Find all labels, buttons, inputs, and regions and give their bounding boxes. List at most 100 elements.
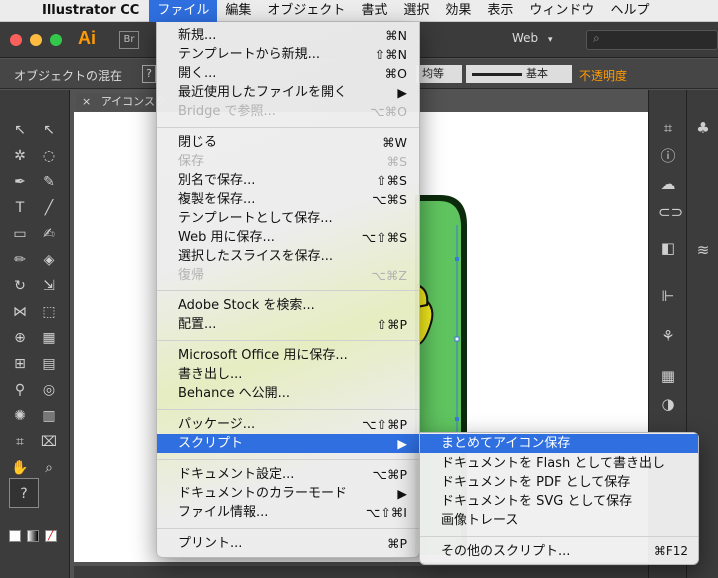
bounding-box-handle[interactable] (454, 336, 460, 342)
menu-item-open-recent[interactable]: 最近使用したファイルを開く ▶ (157, 83, 419, 102)
menu-item-print[interactable]: プリント... ⌘P (157, 534, 419, 553)
menu-item-save-for-web[interactable]: Web 用に保存... ⌥⇧⌘S (157, 228, 419, 247)
links-panel-icon[interactable]: ⊂⊃ (658, 202, 683, 222)
layers-panel-icon[interactable]: ≋ (693, 240, 713, 260)
gradient-tool-icon[interactable]: ▤ (38, 354, 60, 374)
bridge-button[interactable]: Br (119, 31, 139, 49)
menu-item-scripts[interactable]: スクリプト ▶ (157, 434, 419, 453)
menu-type[interactable]: 書式 (353, 0, 395, 22)
menu-effect[interactable]: 効果 (437, 0, 479, 22)
menu-item-document-setup[interactable]: ドキュメント設定... ⌥⌘P (157, 465, 419, 484)
blend-tool-icon[interactable]: ◎ (38, 380, 60, 400)
brushes-panel-icon[interactable]: ⚘ (658, 326, 678, 346)
selection-tool-icon[interactable]: ↖ (9, 120, 31, 140)
close-icon[interactable]: × (82, 95, 91, 108)
menu-window[interactable]: ウィンドウ (521, 0, 602, 22)
close-window-button[interactable] (10, 34, 22, 46)
align-panel-icon[interactable]: ⊩ (658, 286, 678, 306)
menu-item-export[interactable]: 書き出し... (157, 365, 419, 384)
menu-item-save-as[interactable]: 別名で保存... ⇧⌘S (157, 171, 419, 190)
submenu-item-batch-icon-save[interactable]: まとめてアイコン保存 (420, 434, 698, 453)
gradient-mode-button[interactable] (27, 530, 39, 542)
symbol-sprayer-tool-icon[interactable]: ✺ (9, 406, 31, 426)
zoom-window-button[interactable] (50, 34, 62, 46)
lasso-tool-icon[interactable]: ◌ (38, 146, 60, 166)
appearance-panel-icon[interactable]: ♣ (693, 118, 713, 138)
menu-item-search-adobe-stock[interactable]: Adobe Stock を検索... (157, 296, 419, 315)
libraries-panel-icon[interactable]: ☁ (658, 174, 678, 194)
submenu-item-save-pdf[interactable]: ドキュメントを PDF として保存 (420, 473, 698, 492)
eyedropper-tool-icon[interactable]: ⚲ (9, 380, 31, 400)
brush-definition-dropdown[interactable]: 基本 (466, 65, 572, 83)
pathfinder-panel-icon[interactable]: ◧ (658, 238, 678, 258)
menu-file[interactable]: ファイル (149, 0, 218, 22)
stroke-proportion-dropdown[interactable]: 均等 (416, 65, 462, 83)
paintbrush-tool-icon[interactable]: ✍ (38, 224, 60, 244)
menu-item-save-as-template[interactable]: テンプレートとして保存... (157, 209, 419, 228)
menu-item-save-copy[interactable]: 複製を保存... ⌥⌘S (157, 190, 419, 209)
menu-item-new-from-template[interactable]: テンプレートから新規... ⇧⌘N (157, 45, 419, 64)
workspace-switcher[interactable]: Web ▾ (512, 31, 574, 49)
submenu-item-other-scripts[interactable]: その他のスクリプト... ⌘F12 (420, 542, 698, 561)
anchor-point[interactable] (455, 257, 459, 261)
color-panel-icon[interactable]: ◑ (658, 394, 678, 414)
color-mode-button[interactable] (9, 530, 21, 542)
menu-item-file-info[interactable]: ファイル情報... ⌥⇧⌘I (157, 503, 419, 522)
slice-tool-icon[interactable]: ⌧ (38, 432, 60, 452)
swatches-panel-icon[interactable]: ▦ (658, 366, 678, 386)
zoom-tool-icon[interactable]: ⌕ (38, 458, 60, 478)
artboard-tool-icon[interactable]: ⌗ (9, 432, 31, 452)
status-bar (74, 566, 648, 578)
none-mode-button[interactable]: ╱ (45, 530, 57, 542)
submenu-item-image-trace[interactable]: 画像トレース (420, 511, 698, 530)
menu-item-new[interactable]: 新規... ⌘N (157, 26, 419, 45)
menu-item-save-for-office[interactable]: Microsoft Office 用に保存... (157, 346, 419, 365)
magic-wand-tool-icon[interactable]: ✲ (9, 146, 31, 166)
fill-swatch[interactable]: ? (142, 65, 156, 83)
illustrator-logo: Ai (78, 28, 96, 48)
rectangle-tool-icon[interactable]: ▭ (9, 224, 31, 244)
anchor-point[interactable] (455, 417, 459, 421)
direct-selection-tool-icon[interactable]: ↖ (38, 120, 60, 140)
menu-view[interactable]: 表示 (479, 0, 521, 22)
type-tool-icon[interactable]: T (9, 198, 31, 218)
app-menu[interactable]: Illustrator CC (36, 3, 149, 18)
perspective-grid-tool-icon[interactable]: ▦ (38, 328, 60, 348)
shape-builder-tool-icon[interactable]: ⊕ (9, 328, 31, 348)
menu-item-document-color-mode[interactable]: ドキュメントのカラーモード ▶ (157, 484, 419, 503)
mesh-tool-icon[interactable]: ⊞ (9, 354, 31, 374)
chevron-down-icon: ▾ (548, 35, 553, 45)
menu-item-place[interactable]: 配置... ⇧⌘P (157, 315, 419, 334)
menu-separator (157, 409, 419, 410)
transform-panel-icon[interactable]: ⌗ (658, 118, 678, 138)
submenu-item-save-svg[interactable]: ドキュメントを SVG として保存 (420, 492, 698, 511)
menu-object[interactable]: オブジェクト (259, 0, 353, 22)
column-graph-tool-icon[interactable]: ▥ (38, 406, 60, 426)
scale-tool-icon[interactable]: ⇲ (38, 276, 60, 296)
curvature-tool-icon[interactable]: ✎ (38, 172, 60, 192)
hand-tool-icon[interactable]: ✋ (9, 458, 31, 478)
info-panel-icon[interactable]: ⓘ (658, 146, 678, 166)
help-search-input[interactable]: ⌕ (586, 30, 718, 50)
eraser-tool-icon[interactable]: ◈ (38, 250, 60, 270)
pencil-tool-icon[interactable]: ✏ (9, 250, 31, 270)
menu-item-close[interactable]: 閉じる ⌘W (157, 133, 419, 152)
menu-item-package[interactable]: パッケージ... ⌥⇧⌘P (157, 415, 419, 434)
menu-help[interactable]: ヘルプ (602, 0, 657, 22)
stroke-proportion-value: 均等 (422, 67, 444, 80)
menu-item-save-selected-slices[interactable]: 選択したスライスを保存... (157, 247, 419, 266)
menu-item-open[interactable]: 開く... ⌘O (157, 64, 419, 83)
opacity-link[interactable]: 不透明度 (579, 67, 627, 84)
rotate-tool-icon[interactable]: ↻ (9, 276, 31, 296)
line-tool-icon[interactable]: ╱ (38, 198, 60, 218)
pen-tool-icon[interactable]: ✒ (9, 172, 31, 192)
submenu-item-export-flash[interactable]: ドキュメントを Flash として書き出し (420, 454, 698, 473)
menu-select[interactable]: 選択 (395, 0, 437, 22)
fill-stroke-swatch[interactable]: ? (9, 478, 39, 508)
workspace-label: Web (512, 31, 539, 45)
free-transform-tool-icon[interactable]: ⬚ (38, 302, 60, 322)
width-tool-icon[interactable]: ⋈ (9, 302, 31, 322)
menu-item-share-behance[interactable]: Behance へ公開... (157, 384, 419, 403)
minimize-window-button[interactable] (30, 34, 42, 46)
menu-edit[interactable]: 編集 (217, 0, 259, 22)
